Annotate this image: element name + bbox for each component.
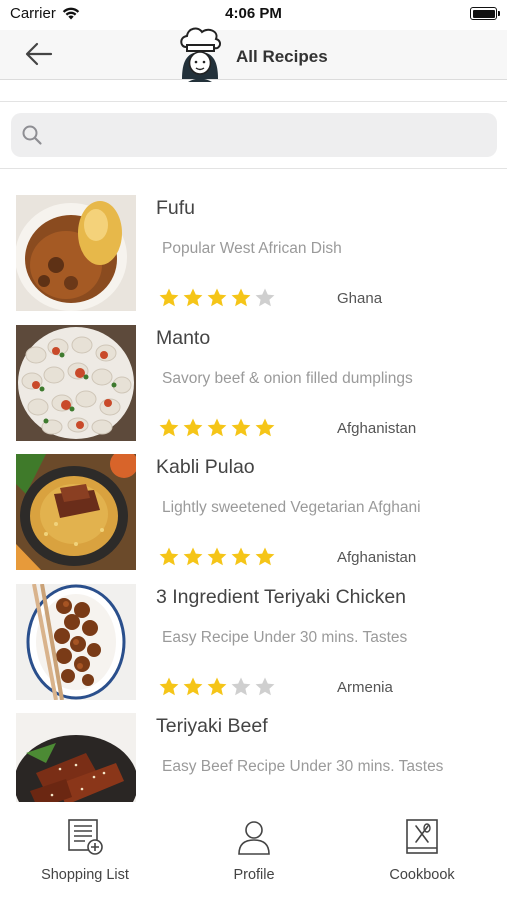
recipe-row[interactable]: 3 Ingredient Teriyaki Chicken Easy Recip…: [0, 581, 507, 711]
recipe-country: Afghanistan: [337, 419, 417, 437]
star-empty-icon: [255, 288, 275, 307]
search-bar[interactable]: [11, 113, 497, 157]
star-filled-icon: [183, 547, 203, 566]
tab-profile[interactable]: Profile: [184, 818, 324, 883]
navigation-bar: All Recipes: [0, 27, 507, 82]
recipe-country: Afghanistan: [337, 549, 417, 566]
recipe-name: 3 Ingredient Teriyaki Chicken: [156, 585, 407, 608]
recipe-description: Easy Beef Recipe Under 30 mins. Tastes: [162, 758, 444, 775]
star-rating: [158, 417, 276, 439]
star-filled-icon: [159, 547, 179, 566]
recipe-name: Teriyaki Beef: [156, 715, 268, 737]
tab-bar: Shopping List Profile Cookbook: [0, 806, 507, 900]
tab-label: Cookbook: [389, 867, 455, 883]
star-empty-icon: [231, 677, 251, 695]
star-filled-icon: [183, 288, 203, 307]
star-filled-icon: [159, 677, 179, 695]
star-rating: [158, 546, 276, 568]
star-filled-icon: [207, 288, 227, 307]
star-filled-icon: [159, 418, 179, 436]
search-divider: [0, 168, 507, 169]
star-filled-icon: [183, 418, 203, 436]
nav-title-group: All Recipes: [174, 25, 328, 83]
recipe-description: Lightly sweetened Vegetarian Afghani: [162, 499, 421, 516]
status-time: 4:06 PM: [225, 5, 282, 22]
battery-icon: [470, 7, 500, 20]
shopping-list-icon: [68, 819, 103, 855]
recipe-row[interactable]: Fufu Popular West African Dish Ghana: [0, 192, 507, 322]
tab-label: Profile: [233, 867, 275, 883]
star-filled-icon: [183, 677, 203, 695]
star-filled-icon: [207, 677, 227, 695]
recipe-description: Popular West African Dish: [162, 240, 342, 257]
star-filled-icon: [159, 288, 179, 307]
page-title: All Recipes: [236, 47, 328, 66]
header-spacer: [0, 82, 507, 102]
star-empty-icon: [255, 677, 275, 695]
recipe-description: Easy Recipe Under 30 mins. Tastes: [162, 628, 408, 646]
recipe-country: Ghana: [337, 290, 383, 307]
cookbook-icon: [406, 819, 438, 854]
recipe-description: Savory beef & onion filled dumplings: [162, 369, 413, 387]
chef-avatar-logo: [180, 27, 222, 82]
star-filled-icon: [207, 547, 227, 566]
recipe-row[interactable]: Manto Savory beef & onion filled dumplin…: [0, 322, 507, 452]
recipe-list[interactable]: Fufu Popular West African Dish Ghana Man…: [0, 192, 507, 802]
star-filled-icon: [255, 418, 275, 436]
profile-icon: [238, 821, 270, 855]
tab-cookbook[interactable]: Cookbook: [352, 818, 492, 883]
star-filled-icon: [207, 418, 227, 436]
arrow-left-icon: [25, 42, 53, 66]
recipe-row[interactable]: Teriyaki Beef Easy Beef Recipe Under 30 …: [0, 710, 507, 802]
recipe-row[interactable]: Kabli Pulao Lightly sweetened Vegetarian…: [0, 451, 507, 581]
star-filled-icon: [255, 547, 275, 566]
star-filled-icon: [231, 288, 251, 307]
recipe-country: Armenia: [337, 678, 393, 696]
recipe-thumbnail: [16, 195, 136, 311]
recipe-thumbnail: [16, 324, 136, 441]
search-icon: [22, 125, 42, 145]
recipe-thumbnail: [16, 583, 136, 700]
back-button[interactable]: [22, 39, 56, 69]
recipe-name: Kabli Pulao: [156, 456, 255, 478]
tab-shopping-list[interactable]: Shopping List: [15, 818, 155, 883]
star-rating: [158, 287, 276, 309]
recipe-name: Manto: [156, 326, 211, 349]
star-filled-icon: [231, 418, 251, 436]
star-rating: [158, 676, 276, 698]
tab-label: Shopping List: [41, 867, 129, 883]
star-filled-icon: [231, 547, 251, 566]
search-input[interactable]: [51, 126, 491, 144]
recipe-thumbnail: [16, 713, 136, 802]
recipe-thumbnail: [16, 454, 136, 570]
recipe-name: Fufu: [156, 197, 196, 219]
